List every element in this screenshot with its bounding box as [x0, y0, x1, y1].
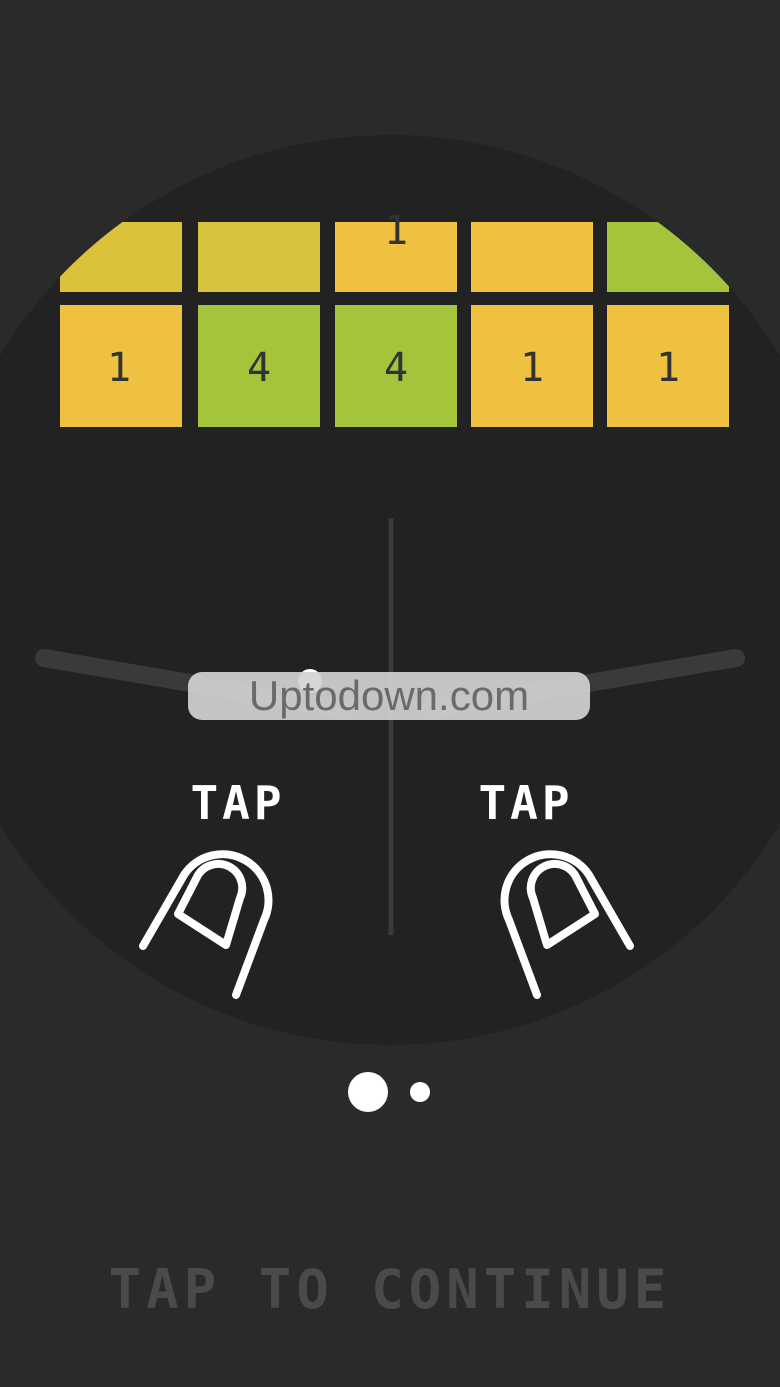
- brick: 4: [198, 305, 320, 427]
- tap-right-label: TAP: [478, 776, 574, 830]
- brick-grid: 1 1 4 4 1 1: [0, 208, 780, 438]
- page-indicator-inactive: [410, 1082, 430, 1102]
- brick-value: 1: [384, 208, 408, 254]
- brick: 1: [607, 305, 729, 427]
- brick-value: 4: [247, 345, 271, 391]
- page-indicator-active: [348, 1072, 388, 1112]
- brick-value: 4: [384, 345, 408, 391]
- brick-value: 1: [656, 345, 680, 391]
- brick: [60, 222, 182, 292]
- brick: 4: [335, 305, 457, 427]
- tap-left-label: TAP: [190, 776, 286, 830]
- brick: 1: [471, 305, 593, 427]
- brick: [607, 222, 729, 292]
- brick: [198, 222, 320, 292]
- brick: 1: [60, 305, 182, 427]
- brick: [471, 222, 593, 292]
- brick-value: 1: [520, 345, 544, 391]
- tap-to-continue[interactable]: TAP TO CONTINUE: [0, 1258, 780, 1321]
- brick-value: 1: [107, 345, 131, 391]
- brick-edge: [0, 428, 780, 438]
- game-scene[interactable]: 1 1 4 4 1 1 TAP TAP Uptodown.com TAP TO CONTI…: [0, 0, 780, 1387]
- watermark: Uptodown.com: [188, 672, 590, 720]
